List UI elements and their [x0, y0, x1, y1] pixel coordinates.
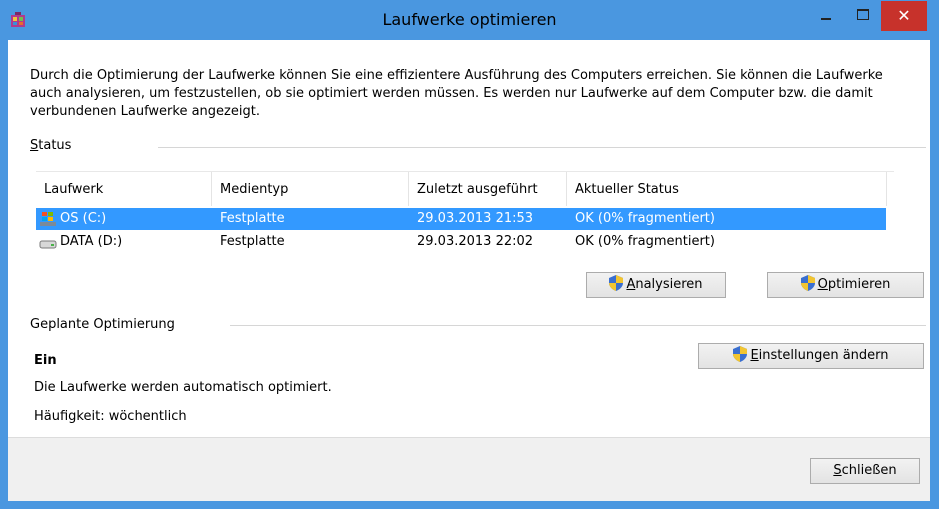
media-type: Festplatte: [220, 211, 285, 226]
windows-drive-icon: [40, 212, 56, 226]
schedule-frequency: Häufigkeit: wöchentlich: [34, 409, 187, 424]
drive-status: OK (0% fragmentiert): [575, 234, 715, 249]
title-bar[interactable]: Laufwerke optimieren ✕: [0, 0, 939, 40]
drive-status: OK (0% fragmentiert): [575, 211, 715, 226]
column-divider[interactable]: [408, 172, 409, 206]
column-divider[interactable]: [211, 172, 212, 206]
last-run: 29.03.2013 21:53: [417, 211, 534, 226]
column-divider[interactable]: [566, 172, 567, 206]
analyze-button[interactable]: Analysieren: [586, 272, 726, 298]
list-header: Laufwerk Medientyp Zuletzt ausgeführt Ak…: [36, 172, 894, 206]
minimize-button[interactable]: [810, 1, 842, 31]
window-title: Laufwerke optimieren: [382, 10, 557, 29]
last-run: 29.03.2013 22:02: [417, 234, 534, 249]
close-icon: ✕: [897, 6, 911, 25]
dialog-client-area: Durch die Optimierung der Laufwerke könn…: [8, 40, 930, 501]
scheduled-divider: [230, 325, 926, 326]
uac-shield-icon: [800, 275, 815, 291]
column-header-last-run[interactable]: Zuletzt ausgeführt: [417, 182, 538, 197]
drive-name: DATA (D:): [60, 234, 123, 249]
close-button[interactable]: Schließen: [810, 458, 920, 484]
table-row[interactable]: OS (C:) Festplatte 29.03.2013 21:53 OK (…: [36, 208, 886, 230]
maximize-button[interactable]: [846, 1, 878, 31]
schedule-description: Die Laufwerke werden automatisch optimie…: [34, 380, 332, 395]
column-header-status[interactable]: Aktueller Status: [575, 182, 679, 197]
change-settings-button[interactable]: Einstellungen ändern: [698, 343, 924, 369]
hard-drive-icon: [39, 240, 57, 249]
optimize-drives-window: Laufwerke optimieren ✕ Durch die Optimie…: [0, 0, 939, 509]
optimize-button[interactable]: Optimieren: [767, 272, 924, 298]
drive-name: OS (C:): [60, 211, 107, 226]
schedule-state: Ein: [34, 353, 57, 368]
uac-shield-icon: [733, 346, 748, 362]
scheduled-group-label: Geplante Optimierung: [30, 317, 175, 332]
column-header-media[interactable]: Medientyp: [220, 182, 288, 197]
media-type: Festplatte: [220, 234, 285, 249]
column-divider[interactable]: [886, 172, 887, 206]
description-text: Durch die Optimierung der Laufwerke könn…: [30, 68, 883, 119]
dialog-footer: Schließen: [8, 437, 930, 501]
status-divider: [158, 147, 926, 148]
uac-shield-icon: [609, 275, 624, 291]
drive-list[interactable]: Laufwerk Medientyp Zuletzt ausgeführt Ak…: [36, 171, 894, 262]
table-row[interactable]: DATA (D:) Festplatte 29.03.2013 22:02 OK…: [36, 231, 886, 253]
status-group-label: Status: [30, 138, 72, 153]
column-header-drive[interactable]: Laufwerk: [44, 182, 103, 197]
close-window-button[interactable]: ✕: [881, 1, 927, 31]
